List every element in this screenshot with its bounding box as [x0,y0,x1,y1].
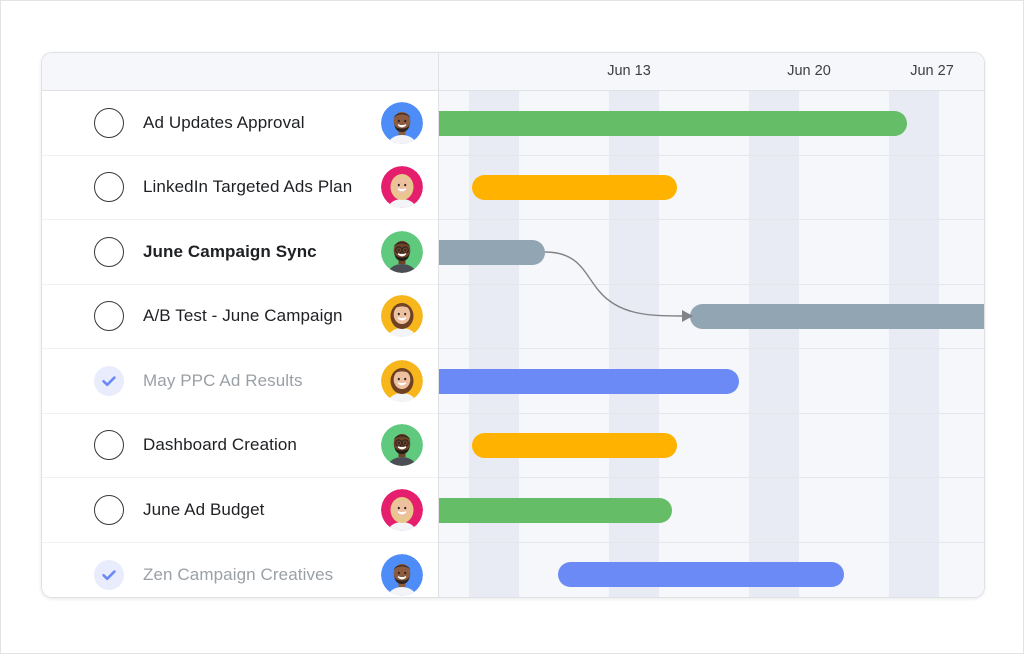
task-list-column: Ad Updates Approval LinkedIn Targeted Ads… [42,91,439,598]
task-row[interactable]: Zen Campaign Creatives [42,543,438,598]
task-label: Zen Campaign Creatives [143,564,334,584]
task-row[interactable]: LinkedIn Targeted Ads Plan [42,156,438,220]
date-tick-2: Jun 27 [910,63,954,79]
date-tick-1: Jun 20 [787,63,831,79]
gantt-bar[interactable] [472,433,677,459]
timeline-header: Jun 13 Jun 20 Jun 27 [42,53,984,91]
page-root: Jun 13 Jun 20 Jun 27 Ad Updates Approval Li… [0,0,1024,654]
avatar[interactable] [381,424,423,467]
task-checkbox-checked[interactable] [94,365,124,396]
task-checkbox[interactable] [94,430,124,461]
gantt-timeline[interactable] [439,91,984,597]
gantt-bar[interactable] [472,175,677,201]
gantt-bar[interactable] [439,368,739,394]
gantt-bar[interactable] [439,497,672,523]
task-label: June Campaign Sync [143,241,317,261]
gantt-bar[interactable] [558,562,844,588]
task-row[interactable]: Ad Updates Approval [42,91,438,156]
avatar[interactable] [381,295,423,338]
gantt-bar[interactable] [439,239,545,265]
task-label: Ad Updates Approval [143,112,305,132]
avatar[interactable] [381,166,423,209]
avatar[interactable] [381,553,423,596]
task-row[interactable]: May PPC Ad Results [42,349,438,414]
avatar[interactable] [381,488,423,531]
task-row[interactable]: Dashboard Creation [42,414,438,478]
task-checkbox-checked[interactable] [94,559,124,590]
gantt-bar[interactable] [690,304,984,330]
task-row[interactable]: A/B Test - June Campaign [42,285,438,349]
task-label: LinkedIn Targeted Ads Plan [143,177,353,197]
date-tick-0: Jun 13 [607,63,651,79]
task-checkbox[interactable] [94,107,124,138]
task-column-header [42,53,439,90]
task-label: Dashboard Creation [143,435,297,455]
gantt-bar[interactable] [439,110,907,136]
task-checkbox[interactable] [94,494,124,525]
task-checkbox[interactable] [94,172,124,203]
task-label: June Ad Budget [143,499,265,519]
task-checkbox[interactable] [94,236,124,267]
task-label: A/B Test - June Campaign [143,306,343,326]
check-icon [102,570,116,580]
task-row[interactable]: June Ad Budget [42,478,438,543]
avatar[interactable] [381,230,423,273]
avatar[interactable] [381,101,423,144]
check-icon [102,376,116,386]
avatar[interactable] [381,359,423,402]
task-checkbox[interactable] [94,301,124,332]
task-label: May PPC Ad Results [143,370,303,390]
task-row[interactable]: June Campaign Sync [42,220,438,285]
gantt-card: Jun 13 Jun 20 Jun 27 Ad Updates Approval Li… [41,52,985,598]
